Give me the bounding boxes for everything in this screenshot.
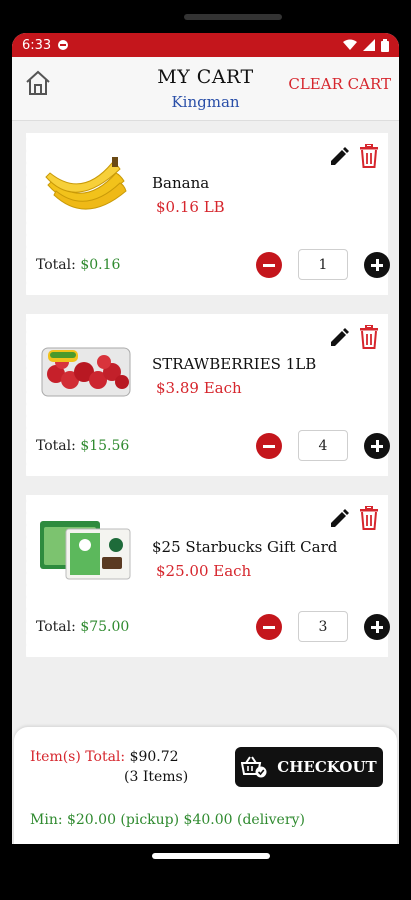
delete-icon[interactable] [358, 325, 380, 349]
banana-image [45, 157, 127, 210]
item-total-label: Total: [36, 619, 76, 635]
app-bar: MY CART Kingman CLEAR CART [12, 57, 399, 121]
items-count: (3 Items) [124, 769, 189, 785]
increase-quantity-button[interactable] [364, 252, 390, 278]
decrease-quantity-button[interactable] [256, 614, 282, 640]
item-total: Total: $75.00 [36, 619, 129, 635]
items-total-label: Item(s) Total: [30, 749, 126, 765]
clear-cart-button[interactable]: CLEAR CART [288, 75, 391, 93]
decrease-quantity-button[interactable] [256, 433, 282, 459]
item-total: Total: $0.16 [36, 257, 120, 273]
status-time: 6:33 [22, 37, 52, 53]
checkout-button[interactable]: CHECKOUT [235, 747, 383, 787]
gesture-nav-bar[interactable] [152, 853, 270, 859]
edit-icon[interactable] [328, 327, 350, 349]
decrease-quantity-button[interactable] [256, 252, 282, 278]
product-name: Banana [152, 174, 210, 192]
product-name: STRAWBERRIES 1LB [152, 355, 317, 373]
increase-quantity-button[interactable] [364, 614, 390, 640]
gift-card-image [40, 521, 131, 580]
edit-icon[interactable] [328, 508, 350, 530]
item-total-value: $15.56 [80, 438, 130, 454]
notification-icon [58, 40, 69, 50]
item-total-label: Total: [36, 257, 76, 273]
checkout-summary: Item(s) Total: $90.72 (3 Items) CHECKOUT… [14, 727, 397, 844]
basket-check-icon [241, 756, 267, 778]
battery-icon [381, 38, 389, 52]
checkout-label: CHECKOUT [277, 758, 377, 776]
increase-quantity-button[interactable] [364, 433, 390, 459]
cart-item-strawberries: STRAWBERRIES 1LB $3.89 Each Total: $15.5… [22, 314, 390, 476]
delete-icon[interactable] [358, 506, 380, 530]
item-total: Total: $15.56 [36, 438, 129, 454]
product-price: $0.16 LB [156, 198, 225, 216]
item-total-value: $0.16 [80, 257, 121, 273]
strawberries-image [41, 347, 131, 397]
speaker-notch [184, 14, 282, 20]
delete-icon[interactable] [358, 144, 380, 168]
item-total-label: Total: [36, 438, 76, 454]
minimum-order-info: Min: $20.00 (pickup) $40.00 (delivery) [30, 812, 305, 828]
quantity-field[interactable]: 4 [298, 430, 348, 461]
item-total-value: $75.00 [80, 619, 130, 635]
items-total: Item(s) Total: $90.72 [30, 749, 179, 765]
product-price: $3.89 Each [156, 379, 242, 397]
quantity-field[interactable]: 3 [298, 611, 348, 642]
product-name: $25 Starbucks Gift Card [152, 538, 338, 556]
product-price: $25.00 Each [156, 562, 252, 580]
items-total-value: $90.72 [129, 749, 179, 765]
status-bar: 6:33 [12, 33, 399, 57]
wifi-icon [343, 39, 357, 50]
quantity-field[interactable]: 1 [298, 249, 348, 280]
store-name: Kingman [171, 93, 240, 111]
phone-frame: 6:33 MY CART Kingman CLEAR CART Banana $… [12, 0, 399, 900]
cart-item-gift-card: $25 Starbucks Gift Card $25.00 Each Tota… [22, 495, 390, 657]
cart-item-banana: Banana $0.16 LB Total: $0.16 1 [22, 133, 390, 295]
signal-icon [363, 39, 375, 51]
screen: 6:33 MY CART Kingman CLEAR CART Banana $… [12, 33, 399, 844]
edit-icon[interactable] [328, 146, 350, 168]
